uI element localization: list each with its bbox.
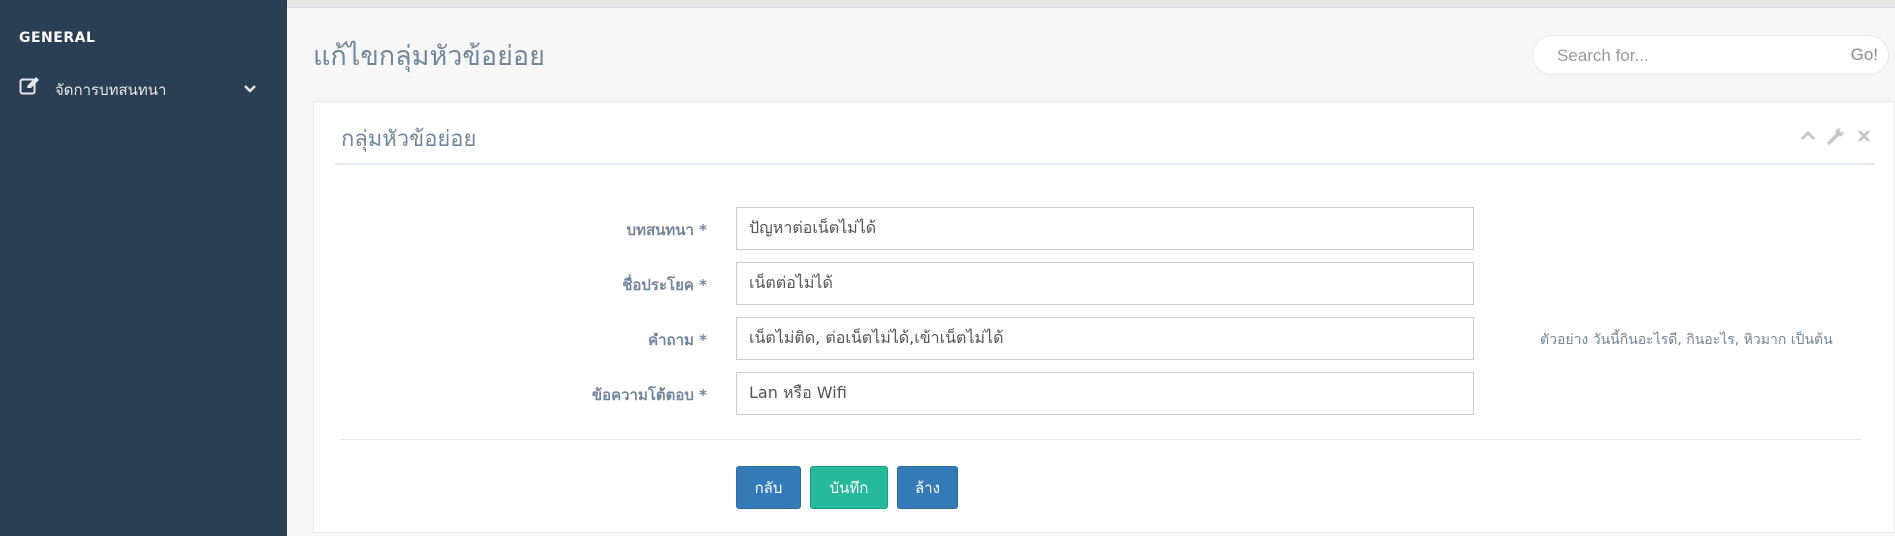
wrench-icon[interactable]: [1826, 126, 1846, 146]
form-divider: [341, 439, 1861, 440]
search-box: Go!: [1532, 35, 1889, 75]
form-row-question: คำถาม * ตัวอย่าง วันนี้กินอะไรดี, กินอะไ…: [314, 317, 1833, 361]
top-nav-bar: [287, 0, 1895, 8]
form-row-response: ข้อความโต้ตอบ *: [314, 372, 1814, 416]
field-label-response: ข้อความโต้ตอบ *: [591, 386, 707, 404]
chevron-up-icon[interactable]: [1798, 126, 1818, 146]
field-label-sentence-name: ชื่อประโยค *: [622, 276, 707, 294]
question-hint: ตัวอย่าง วันนี้กินอะไรดี, กินอะไร, หิวมา…: [1540, 332, 1833, 348]
sidebar: GENERAL จัดการบทสนทนา: [0, 0, 287, 536]
save-button[interactable]: บันทึก: [810, 466, 888, 509]
panel-toolbox: [1798, 126, 1874, 146]
clear-button[interactable]: ล้าง: [897, 466, 958, 509]
search-go-button[interactable]: Go!: [1851, 45, 1878, 65]
form-panel: กลุ่มหัวข้อย่อย บทสนทนา * ชื่อประโยค * ค…: [313, 101, 1895, 533]
search-input[interactable]: [1557, 44, 1827, 68]
back-button[interactable]: กลับ: [736, 466, 801, 509]
sidebar-item-manage-conversations[interactable]: จัดการบทสนทนา: [0, 72, 287, 106]
form-row-conversation: บทสนทนา *: [314, 207, 1814, 251]
conversation-field[interactable]: [736, 207, 1474, 250]
close-icon[interactable]: [1854, 126, 1874, 146]
form-row-sentence-name: ชื่อประโยค *: [314, 262, 1814, 306]
question-field[interactable]: [736, 317, 1474, 360]
sidebar-section-title: GENERAL: [19, 30, 96, 46]
panel-title: กลุ่มหัวข้อย่อย: [341, 127, 477, 152]
field-label-conversation: บทสนทนา *: [626, 221, 707, 239]
field-label-question: คำถาม *: [648, 331, 707, 349]
sidebar-item-label: จัดการบทสนทนา: [55, 81, 167, 99]
edit-icon: [19, 76, 41, 96]
page-title: แก้ไขกลุ่มหัวข้อย่อย: [313, 41, 545, 72]
sentence-name-field[interactable]: [736, 262, 1474, 305]
response-field[interactable]: [736, 372, 1474, 415]
panel-divider: [335, 163, 1875, 165]
chevron-down-icon[interactable]: [243, 80, 257, 93]
